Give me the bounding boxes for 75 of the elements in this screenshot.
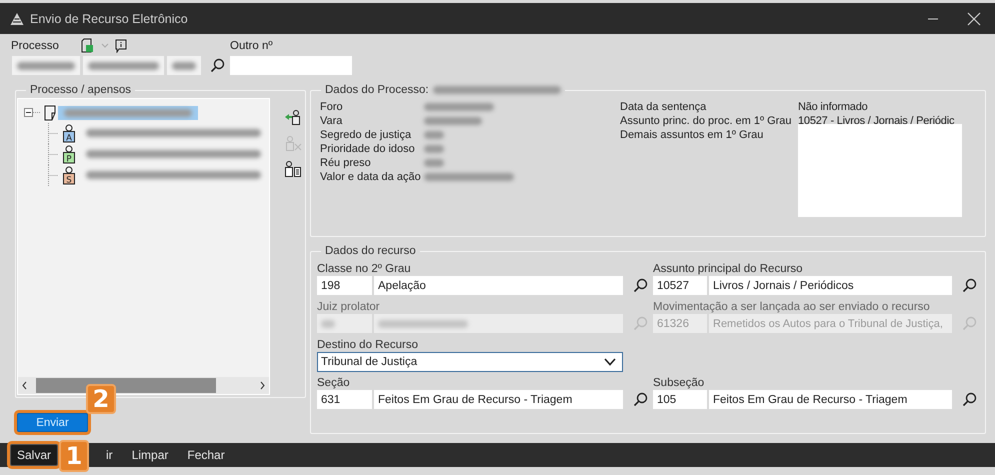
input-field[interactable]: [167, 56, 201, 75]
document-icon: [44, 104, 56, 120]
callout-badge: 2: [86, 384, 116, 414]
input-field[interactable]: Apelação: [374, 276, 623, 295]
input-field[interactable]: [83, 56, 164, 75]
window-title: Envio de Recurso Eletrônico: [30, 12, 189, 26]
info-label: Data da sentença: [620, 101, 708, 113]
input-field[interactable]: 631: [317, 390, 372, 409]
field-label: Movimentação a ser lançada ao ser enviado o recurso: [653, 301, 931, 313]
search-icon[interactable]: [633, 392, 648, 407]
field-value: Livros / Jornais / Periódicos: [713, 280, 854, 292]
footer-button[interactable]: Salvar: [10, 444, 58, 466]
person-add-icon[interactable]: [284, 108, 302, 126]
group-title: Processo / apensos: [30, 84, 132, 96]
search-icon: [633, 316, 648, 331]
input-field[interactable]: Livros / Jornais / Periódicos: [709, 276, 952, 295]
footer-button[interactable]: Fechar: [180, 444, 232, 466]
field-value: Feitos Em Grau de Recurso - Triagem: [378, 394, 572, 406]
info-label: Segredo de justiça: [320, 129, 412, 141]
field-label: Classe no 2º Grau: [317, 263, 412, 275]
info-label: Assunto princ. do proc. em 1º Grau: [620, 115, 793, 127]
tree-connector-icon: [48, 123, 58, 144]
input-field[interactable]: [230, 56, 352, 75]
footer-button[interactable]: Limpar: [124, 444, 176, 466]
field-value: Feitos Em Grau de Recurso - Triagem: [713, 394, 908, 406]
search-icon[interactable]: [210, 58, 225, 73]
info-label: Prioridade do idoso: [320, 143, 416, 155]
info-label: Valor e data da ação: [320, 171, 422, 183]
group-title: Dados do Processo:: [325, 84, 429, 96]
field-value: 631: [321, 394, 340, 406]
dropdown-value: Tribunal de Justiça: [321, 356, 418, 368]
person-list-icon[interactable]: [284, 160, 302, 178]
logo-icon: [10, 12, 24, 26]
search-icon: [962, 316, 977, 331]
search-icon[interactable]: [962, 392, 977, 407]
chevron-down-icon: [604, 358, 616, 366]
info-label: Vara: [320, 115, 344, 127]
send-button[interactable]: Enviar: [17, 413, 88, 432]
input-field[interactable]: 105: [653, 390, 707, 409]
field-label: Assunto principal do Recurso: [653, 263, 804, 275]
search-icon[interactable]: [633, 278, 648, 293]
dropdown[interactable]: Tribunal de Justiça: [317, 352, 623, 372]
callout-badge: 1: [59, 440, 89, 472]
input-field[interactable]: 10527: [653, 276, 707, 295]
input-field[interactable]: 198: [317, 276, 372, 295]
info-label: Demais assuntos em 1º Grau: [620, 129, 764, 141]
field-value: 105: [657, 394, 676, 406]
person-remove-icon: [284, 134, 302, 152]
field-label: Processo: [11, 40, 59, 52]
document-icon[interactable]: [80, 38, 95, 53]
field-label: Outro nº: [230, 40, 274, 52]
info-value: Não informado: [798, 101, 869, 113]
input-field[interactable]: [12, 56, 80, 75]
field-label: Seção: [317, 377, 351, 389]
tree-connector-icon: [48, 165, 58, 186]
group-title: Dados do recurso: [325, 245, 416, 257]
close-icon[interactable]: [967, 12, 981, 26]
field-label: Juiz prolator: [317, 301, 381, 313]
field-value: Remetidos os Autos para o Tribunal de Justiça,: [713, 318, 943, 330]
field-label: Subseção: [653, 377, 706, 389]
search-icon[interactable]: [962, 278, 977, 293]
info-value: 10527 - Livros / Jornais / Periódic: [798, 115, 956, 127]
tree-connector-icon: [48, 144, 58, 165]
info-label: Foro: [320, 101, 344, 113]
field-label: Destino do Recurso: [317, 339, 419, 351]
field-value: 61326: [657, 318, 689, 330]
field-value: Apelação: [378, 280, 426, 292]
input-field[interactable]: Feitos Em Grau de Recurso - Triagem: [709, 390, 952, 409]
field-value: 10527: [657, 280, 689, 292]
footer-button[interactable]: ir: [99, 444, 120, 466]
info-label: Réu preso: [320, 157, 372, 169]
collapse-icon[interactable]: [24, 108, 42, 117]
input-field[interactable]: Feitos Em Grau de Recurso - Triagem: [374, 390, 623, 409]
field-value: 198: [321, 280, 340, 292]
note-icon[interactable]: [114, 38, 127, 52]
